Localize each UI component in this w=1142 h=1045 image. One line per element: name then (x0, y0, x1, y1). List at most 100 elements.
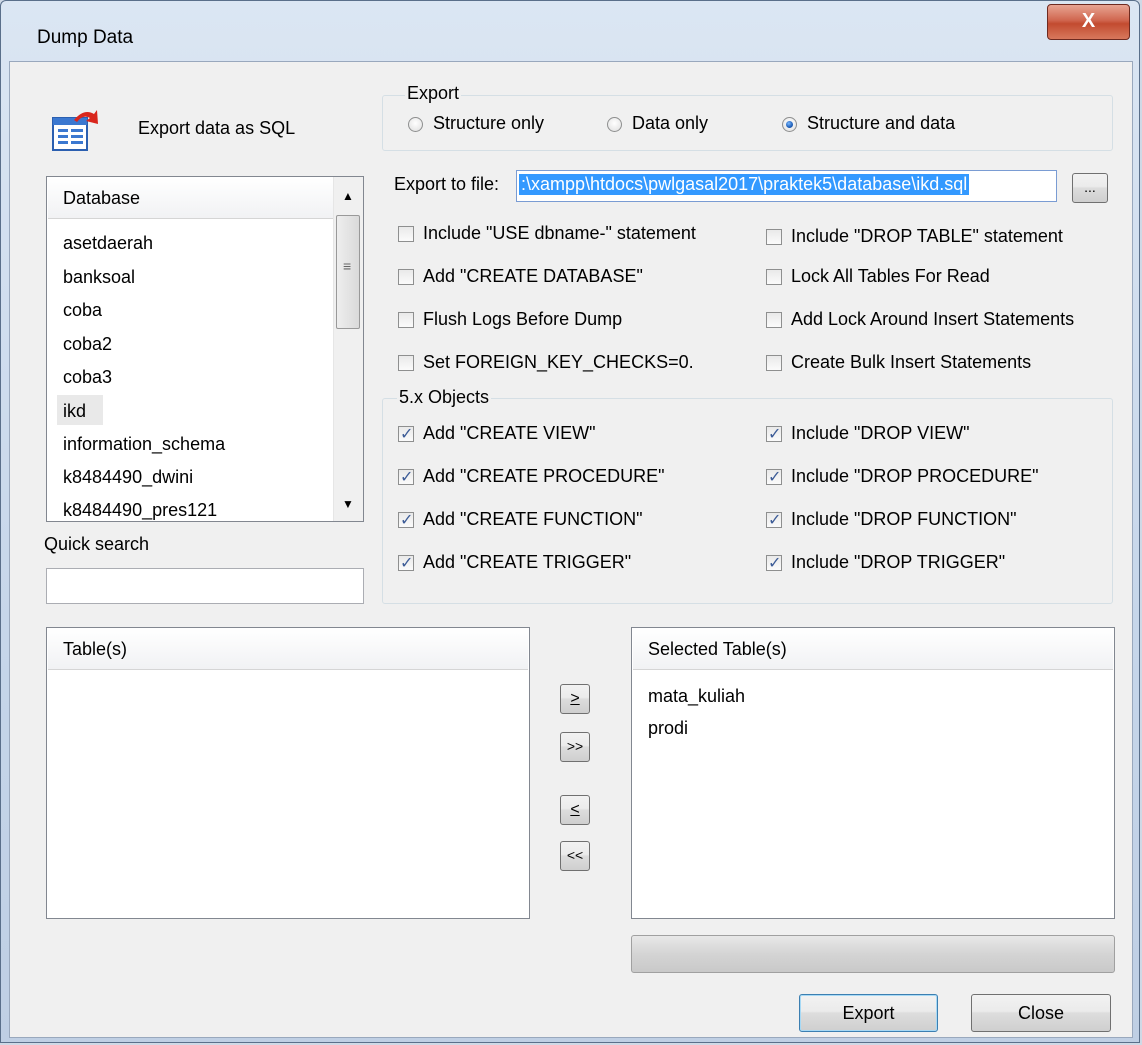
option-drop-trigger-label: Include "DROP TRIGGER" (791, 552, 1006, 572)
browse-file-label: ... (1084, 179, 1096, 195)
quick-search-label: Quick search (44, 534, 150, 554)
scroll-thumb[interactable]: ≡ (336, 215, 360, 329)
add-table-button[interactable]: > (560, 684, 590, 714)
radio-data-only-control[interactable] (607, 117, 622, 132)
option-create-trigger[interactable]: Add "CREATE TRIGGER" (398, 551, 758, 577)
option-create-database-label: Add "CREATE DATABASE" (423, 266, 643, 286)
option-drop-procedure[interactable]: Include "DROP PROCEDURE" (766, 465, 1106, 491)
close-icon: X (1081, 10, 1096, 32)
close-button-label: Close (1017, 1003, 1065, 1023)
browse-file-button[interactable]: ... (1072, 173, 1108, 203)
option-foreign-key-checks-checkbox[interactable] (398, 355, 414, 371)
database-item[interactable]: k8484490_dwini (63, 467, 193, 488)
database-column-title: Database (63, 188, 141, 208)
option-create-function-checkbox[interactable] (398, 510, 414, 529)
database-list-header[interactable]: Database (48, 178, 333, 219)
export-button[interactable]: Export (799, 994, 938, 1032)
database-item[interactable]: k8484490_pres121 (63, 500, 217, 521)
dump-data-window: Dump Data X Export data as SQL Export St… (0, 0, 1140, 1043)
option-use-dbname-checkbox[interactable] (398, 226, 414, 242)
option-flush-logs-label: Flush Logs Before Dump (423, 309, 623, 329)
database-list-scrollbar[interactable]: ▲ ≡ ▼ (333, 177, 363, 521)
option-lock-tables[interactable]: Lock All Tables For Read (766, 265, 1126, 291)
radio-structure-and-data-label: Structure and data (807, 113, 956, 133)
option-foreign-key-checks[interactable]: Set FOREIGN_KEY_CHECKS=0. (398, 351, 758, 377)
database-item[interactable]: banksoal (63, 267, 135, 288)
option-lock-tables-label: Lock All Tables For Read (791, 266, 990, 286)
option-bulk-insert-label: Create Bulk Insert Statements (791, 352, 1032, 372)
option-drop-view[interactable]: Include "DROP VIEW" (766, 422, 1106, 448)
add-one-label: > (570, 690, 580, 707)
scroll-grip-icon: ≡ (343, 258, 352, 274)
selected-tables-list-header[interactable]: Selected Table(s) (633, 629, 1113, 670)
database-item[interactable]: coba2 (63, 334, 112, 355)
remove-one-label: < (570, 801, 580, 818)
option-create-view[interactable]: Add "CREATE VIEW" (398, 422, 758, 448)
tables-list-header[interactable]: Table(s) (48, 629, 528, 670)
export-to-file-label: Export to file: (394, 174, 500, 194)
remove-all-tables-button[interactable]: << (560, 841, 590, 871)
selected-table-item[interactable]: mata_kuliah (648, 686, 745, 707)
export-file-path-input[interactable]: :\xampp\htdocs\pwlgasal2017\praktek5\dat… (516, 170, 1057, 202)
option-lock-around-insert[interactable]: Add Lock Around Insert Statements (766, 308, 1126, 334)
option-drop-table[interactable]: Include "DROP TABLE" statement (766, 225, 1126, 251)
option-create-view-checkbox[interactable] (398, 424, 414, 443)
database-item[interactable]: information_schema (63, 434, 225, 455)
option-create-database-checkbox[interactable] (398, 269, 414, 285)
option-drop-procedure-label: Include "DROP PROCEDURE" (791, 466, 1039, 486)
tables-column-title: Table(s) (63, 639, 128, 659)
option-drop-function[interactable]: Include "DROP FUNCTION" (766, 508, 1106, 534)
option-create-database[interactable]: Add "CREATE DATABASE" (398, 265, 758, 291)
option-lock-around-insert-checkbox[interactable] (766, 312, 782, 328)
option-drop-trigger-checkbox[interactable] (766, 553, 782, 572)
quick-search-input[interactable] (46, 568, 364, 604)
option-drop-function-checkbox[interactable] (766, 510, 782, 529)
option-bulk-insert[interactable]: Create Bulk Insert Statements (766, 351, 1126, 377)
radio-structure-and-data[interactable]: Structure and data (782, 112, 1012, 136)
option-create-procedure-label: Add "CREATE PROCEDURE" (423, 466, 665, 486)
database-item-selected-label: ikd (63, 401, 87, 421)
option-drop-procedure-checkbox[interactable] (766, 467, 782, 486)
remove-table-button[interactable]: < (560, 795, 590, 825)
scroll-up-icon[interactable]: ▲ (342, 189, 354, 203)
close-button[interactable]: Close (971, 994, 1111, 1032)
database-item[interactable]: coba (63, 300, 102, 321)
add-all-label: >> (566, 738, 584, 754)
option-drop-table-checkbox[interactable] (766, 229, 782, 245)
database-item[interactable]: asetdaerah (63, 233, 153, 254)
window-close-button[interactable]: X (1047, 4, 1130, 40)
option-flush-logs-checkbox[interactable] (398, 312, 414, 328)
radio-data-only[interactable]: Data only (607, 112, 747, 136)
option-flush-logs[interactable]: Flush Logs Before Dump (398, 308, 758, 334)
option-drop-function-label: Include "DROP FUNCTION" (791, 509, 1017, 529)
option-create-function[interactable]: Add "CREATE FUNCTION" (398, 508, 758, 534)
option-foreign-key-checks-label: Set FOREIGN_KEY_CHECKS=0. (423, 352, 694, 372)
option-drop-trigger[interactable]: Include "DROP TRIGGER" (766, 551, 1106, 577)
add-all-tables-button[interactable]: >> (560, 732, 590, 762)
option-bulk-insert-checkbox[interactable] (766, 355, 782, 371)
option-lock-tables-checkbox[interactable] (766, 269, 782, 285)
option-lock-around-insert-label: Add Lock Around Insert Statements (791, 309, 1075, 329)
radio-structure-only[interactable]: Structure only (408, 112, 588, 136)
option-use-dbname-label: Include "USE dbname-" statement (423, 223, 696, 243)
scroll-down-icon[interactable]: ▼ (342, 497, 354, 511)
window-title: Dump Data (37, 27, 134, 48)
selected-table-item[interactable]: prodi (648, 718, 688, 739)
option-use-dbname[interactable]: Include "USE dbname-" statement (398, 222, 758, 248)
option-create-trigger-checkbox[interactable] (398, 553, 414, 572)
option-drop-view-label: Include "DROP VIEW" (791, 423, 970, 443)
sql-export-icon (50, 108, 100, 154)
option-create-procedure[interactable]: Add "CREATE PROCEDURE" (398, 465, 758, 491)
export-sql-label: Export data as SQL (138, 118, 296, 138)
radio-structure-only-control[interactable] (408, 117, 423, 132)
option-create-procedure-checkbox[interactable] (398, 467, 414, 486)
database-item[interactable]: coba3 (63, 367, 112, 388)
tables-list[interactable]: Table(s) (46, 627, 530, 919)
radio-structure-and-data-control[interactable] (782, 117, 797, 132)
database-list[interactable]: Database asetdaerah banksoal coba coba2 … (46, 176, 364, 522)
option-drop-view-checkbox[interactable] (766, 424, 782, 443)
export-progress-bar (631, 935, 1115, 973)
dialog-body: Export data as SQL Export Structure only… (9, 61, 1133, 1038)
database-item-selected[interactable]: ikd (57, 395, 103, 425)
selected-tables-list[interactable]: Selected Table(s) mata_kuliah prodi (631, 627, 1115, 919)
